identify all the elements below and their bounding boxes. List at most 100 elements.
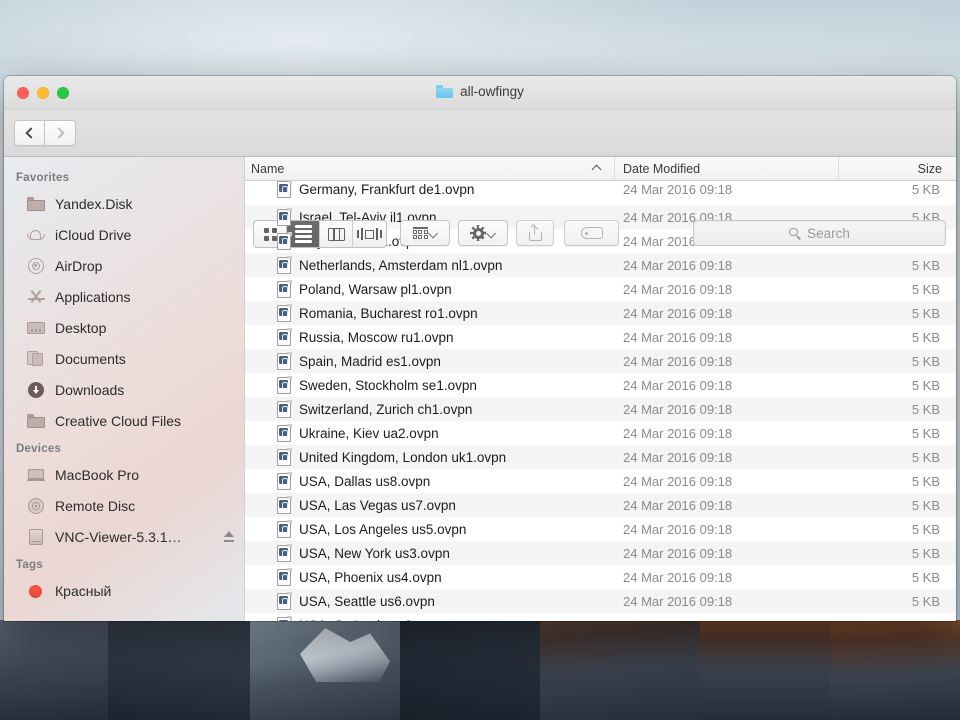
ovpn-file-icon bbox=[277, 447, 292, 466]
sidebar-item-creative-cloud-files[interactable]: Creative Cloud Files bbox=[4, 405, 244, 436]
file-name-label: Germany, Frankfurt de1.ovpn bbox=[299, 181, 475, 197]
file-date-cell: 24 Mar 2016 09:18 bbox=[623, 377, 733, 393]
table-row[interactable]: USA, Las Vegas us7.ovpn 24 Mar 2016 09:1… bbox=[245, 493, 956, 517]
ovpn-file-icon bbox=[277, 471, 292, 490]
sidebar-item-applications[interactable]: Applications bbox=[4, 281, 244, 312]
column-header-size-label: Size bbox=[917, 161, 942, 176]
file-date-cell: 24 Mar 2016 09:18 bbox=[623, 329, 733, 345]
table-row[interactable]: Spain, Madrid es1.ovpn 24 Mar 2016 09:18… bbox=[245, 349, 956, 373]
file-name-label: Poland, Warsaw pl1.ovpn bbox=[299, 281, 452, 297]
table-row[interactable]: USA, Los Angeles us5.ovpn 24 Mar 2016 09… bbox=[245, 517, 956, 541]
table-row[interactable]: Poland, Warsaw pl1.ovpn 24 Mar 2016 09:1… bbox=[245, 277, 956, 301]
grid-icon bbox=[263, 227, 277, 241]
file-size-cell: 5 KB bbox=[911, 281, 940, 297]
tag-button[interactable] bbox=[564, 220, 619, 246]
table-row[interactable]: Netherlands, Amsterdam nl1.ovpn 24 Mar 2… bbox=[245, 253, 956, 277]
chevron-down-icon bbox=[427, 228, 438, 238]
sidebar-item-label: MacBook Pro bbox=[55, 466, 140, 483]
ovpn-file-icon bbox=[277, 543, 292, 562]
file-name-cell: USA, Phoenix us4.ovpn bbox=[245, 567, 615, 586]
desktop-mountains bbox=[0, 620, 960, 720]
sidebar-item-documents[interactable]: Documents bbox=[4, 343, 244, 374]
coverflow-view-button[interactable] bbox=[353, 221, 386, 247]
file-size-cell: 5 KB bbox=[911, 521, 940, 537]
sidebar-item-airdrop[interactable]: AirDrop bbox=[4, 250, 244, 281]
downloads-icon bbox=[27, 381, 46, 398]
share-button[interactable] bbox=[516, 220, 554, 246]
sort-ascending-icon bbox=[591, 164, 602, 175]
sidebar-item-yandex-disk[interactable]: Yandex.Disk bbox=[4, 188, 244, 219]
ovpn-file-icon bbox=[277, 231, 292, 250]
table-row-clipped[interactable]: Germany, Frankfurt de1.ovpn 24 Mar 2016 … bbox=[245, 181, 956, 205]
file-date-cell: 24 Mar 2016 09:18 bbox=[615, 618, 839, 622]
column-view-button[interactable] bbox=[320, 221, 353, 247]
ovpn-file-icon bbox=[277, 279, 292, 298]
view-mode-segmented-control bbox=[253, 220, 387, 248]
file-name-cell: USA, Los Angeles us5.ovpn bbox=[245, 519, 615, 538]
folder-icon bbox=[27, 195, 46, 212]
sidebar-item-remote-disc[interactable]: Remote Disc bbox=[4, 490, 244, 521]
sidebar-item-downloads[interactable]: Downloads bbox=[4, 374, 244, 405]
file-name-cell: USA, Seattle us6.ovpn bbox=[245, 591, 615, 610]
sidebar-section-header-tags: Tags bbox=[16, 559, 43, 571]
eject-icon[interactable] bbox=[224, 531, 234, 542]
table-row[interactable]: USA, St. Louis us2.ovpn 24 Mar 2016 09:1… bbox=[245, 613, 956, 621]
ovpn-file-icon bbox=[277, 181, 292, 198]
column-header-size[interactable]: Size bbox=[839, 157, 956, 180]
rock-shape bbox=[108, 620, 258, 720]
column-header-date-modified[interactable]: Date Modified bbox=[615, 157, 839, 180]
search-field[interactable]: Search bbox=[693, 220, 946, 246]
file-name-label: Ukraine, Kiev ua2.ovpn bbox=[299, 425, 439, 441]
file-date-cell: 24 Mar 2016 09:18 bbox=[623, 569, 733, 585]
file-name-cell: USA, Las Vegas us7.ovpn bbox=[245, 495, 615, 514]
file-name-label: Switzerland, Zurich ch1.ovpn bbox=[299, 401, 473, 417]
search-placeholder: Search bbox=[807, 225, 850, 241]
finder-window: all-owfingy Search Favorites Yandex.Disk… bbox=[4, 76, 956, 621]
table-row[interactable]: Ukraine, Kiev ua2.ovpn 24 Mar 2016 09:18… bbox=[245, 421, 956, 445]
search-icon bbox=[789, 227, 801, 240]
file-size-cell: 5 KB bbox=[911, 377, 940, 393]
drive-icon bbox=[27, 528, 46, 545]
cloud-icon bbox=[27, 226, 46, 243]
sidebar-item-icloud-drive[interactable]: iCloud Drive bbox=[4, 219, 244, 250]
file-size-cell: 5 KB bbox=[911, 257, 940, 273]
file-date-cell: 24 Mar 2016 09:18 bbox=[623, 305, 733, 321]
table-row[interactable]: Switzerland, Zurich ch1.ovpn 24 Mar 2016… bbox=[245, 397, 956, 421]
table-row[interactable]: USA, New York us3.ovpn 24 Mar 2016 09:18… bbox=[245, 541, 956, 565]
ovpn-file-icon bbox=[277, 351, 292, 370]
action-menu-button[interactable] bbox=[458, 220, 508, 246]
table-row[interactable]: USA, Dallas us8.ovpn 24 Mar 2016 09:18 5… bbox=[245, 469, 956, 493]
table-row[interactable]: Romania, Bucharest ro1.ovpn 24 Mar 2016 … bbox=[245, 301, 956, 325]
column-header-name-label: Name bbox=[251, 161, 285, 176]
file-name-label: Russia, Moscow ru1.ovpn bbox=[299, 329, 454, 345]
sidebar-item-macbook-pro[interactable]: MacBook Pro bbox=[4, 459, 244, 490]
ovpn-file-icon bbox=[277, 375, 292, 394]
table-row[interactable]: USA, Seattle us6.ovpn 24 Mar 2016 09:18 … bbox=[245, 589, 956, 613]
sidebar-item-vnc-viewer[interactable]: VNC-Viewer-5.3.1… bbox=[4, 521, 244, 552]
file-size-cell: 5 KB bbox=[911, 473, 940, 489]
file-size-cell: 5 KB bbox=[911, 181, 940, 197]
chevron-left-icon bbox=[25, 127, 37, 139]
column-header-name[interactable]: Name bbox=[245, 157, 615, 180]
file-size-cell: 5 KB bbox=[839, 618, 956, 622]
rock-shape bbox=[700, 620, 850, 720]
file-date-cell: 24 Mar 2016 09:18 bbox=[623, 521, 733, 537]
file-size-cell: 5 KB bbox=[911, 449, 940, 465]
sidebar-item-tag-red[interactable]: Красный bbox=[4, 575, 244, 606]
file-name-label: Spain, Madrid es1.ovpn bbox=[299, 353, 441, 369]
file-date-cell: 24 Mar 2016 09:18 bbox=[623, 401, 733, 417]
file-name-label: USA, Dallas us8.ovpn bbox=[299, 473, 431, 489]
forward-button[interactable] bbox=[45, 120, 76, 146]
table-row[interactable]: Russia, Moscow ru1.ovpn 24 Mar 2016 09:1… bbox=[245, 325, 956, 349]
arrange-button[interactable] bbox=[400, 220, 450, 246]
sidebar-item-desktop[interactable]: Desktop bbox=[4, 312, 244, 343]
file-size-cell: 5 KB bbox=[911, 497, 940, 513]
ovpn-file-icon bbox=[277, 567, 292, 586]
back-button[interactable] bbox=[14, 120, 45, 146]
laptop-icon bbox=[27, 466, 46, 483]
table-row[interactable]: Sweden, Stockholm se1.ovpn 24 Mar 2016 0… bbox=[245, 373, 956, 397]
table-row[interactable]: USA, Phoenix us4.ovpn 24 Mar 2016 09:18 … bbox=[245, 565, 956, 589]
ovpn-file-icon bbox=[277, 423, 292, 442]
window-toolbar: Search bbox=[4, 110, 956, 248]
table-row[interactable]: United Kingdom, London uk1.ovpn 24 Mar 2… bbox=[245, 445, 956, 469]
